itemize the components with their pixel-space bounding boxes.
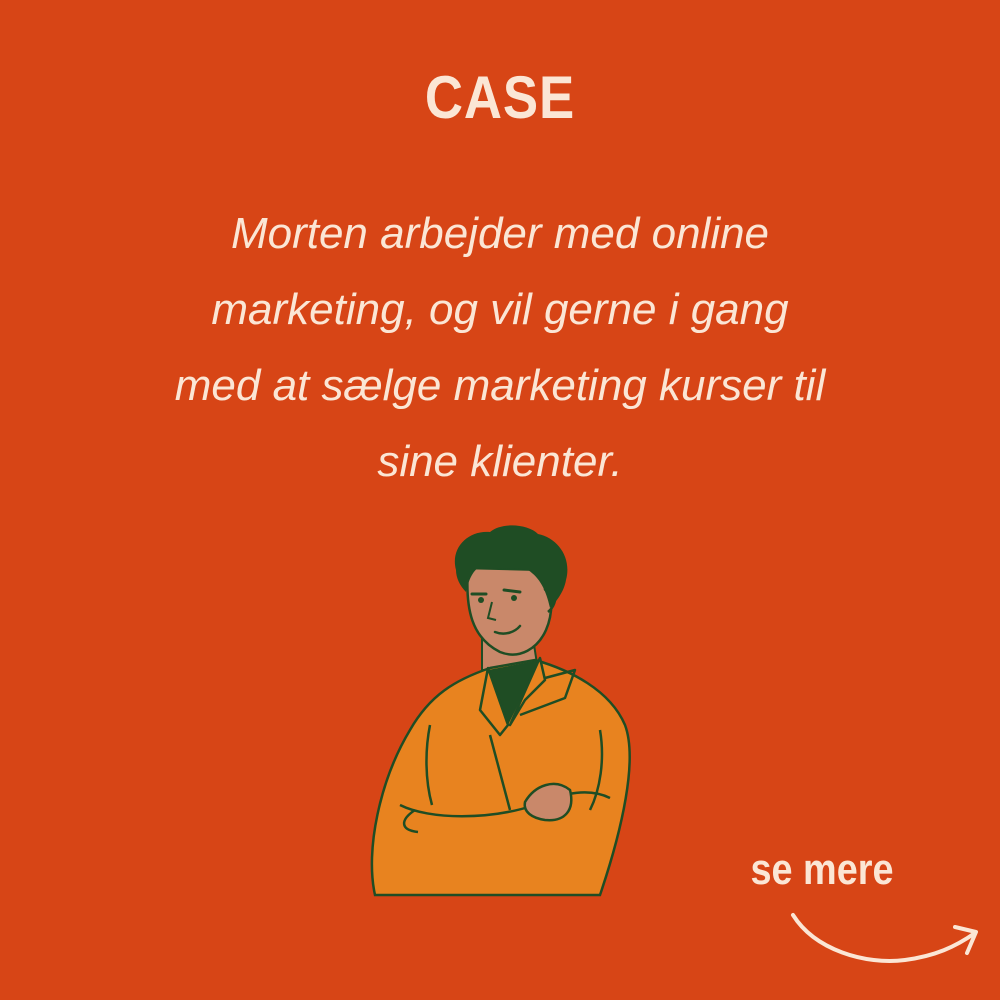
case-description-line: marketing, og vil gerne i gang (211, 285, 789, 334)
curved-arrow-right-icon[interactable] (785, 905, 985, 975)
case-description-line: sine klienter. (377, 437, 623, 486)
case-description: Morten arbejder med online marketing, og… (100, 196, 900, 500)
see-more-link[interactable]: se mere (736, 840, 908, 900)
case-description-line: med at sælge marketing kurser til (174, 361, 826, 410)
man-arms-crossed-illustration (370, 525, 631, 897)
page-title: CASE (424, 64, 576, 131)
case-description-line: Morten arbejder med online (230, 209, 770, 258)
